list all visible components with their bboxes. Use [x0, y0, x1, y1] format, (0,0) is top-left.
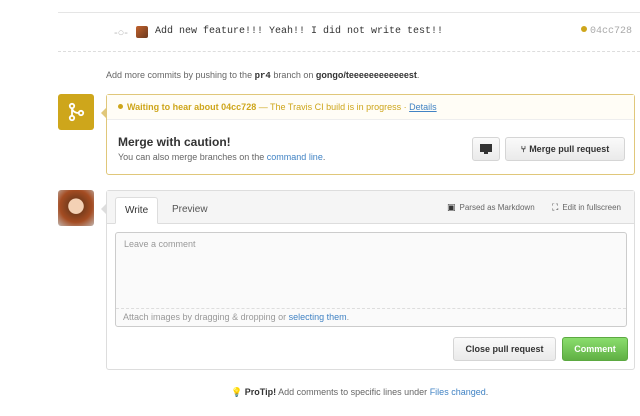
attach-images[interactable]: Attach images by dragging & dropping or …	[116, 308, 626, 326]
fullscreen-label: Edit in fullscreen	[562, 203, 622, 212]
pending-status-icon	[118, 104, 123, 109]
branch-name: pr4	[254, 71, 271, 81]
attach-text: Attach images by dragging & dropping or	[123, 312, 287, 322]
commit-author-avatar[interactable]	[136, 26, 148, 38]
commit-icon: -○-	[114, 27, 128, 39]
markdown-label: Parsed as Markdown	[459, 203, 535, 212]
merge-title: Merge with caution!	[118, 135, 231, 149]
markdown-help-link[interactable]: ▣ Parsed as Markdown	[447, 203, 535, 213]
details-link[interactable]: Details	[409, 102, 437, 112]
commit-message[interactable]: Add new feature!!! Yeah!! I did not writ…	[155, 26, 443, 37]
select-images-link[interactable]: selecting them	[289, 312, 347, 322]
merge-subtitle-text: You can also merge branches on the	[118, 152, 265, 162]
markdown-icon: ▣	[447, 203, 456, 213]
tab-preview[interactable]: Preview	[163, 197, 217, 224]
protip-label: ProTip!	[244, 387, 277, 397]
protip-end: .	[485, 387, 489, 397]
push-note: Add more commits by pushing to the pr4 b…	[106, 70, 419, 81]
comment-form: Write Preview ▣ Parsed as Markdown ⛶ Edit …	[101, 190, 635, 370]
git-merge-icon	[58, 94, 94, 130]
merge-subtitle-end: .	[322, 152, 326, 162]
lightbulb-icon: 💡	[231, 388, 243, 398]
repo-name: gongo/teeeeeeeeeeeest	[315, 70, 417, 80]
comment-textarea[interactable]: Leave a comment Attach images by draggin…	[115, 232, 627, 327]
avatar[interactable]	[58, 190, 94, 226]
command-line-link[interactable]: command line	[267, 152, 323, 162]
build-status: Waiting to hear about 04cc728 — The Trav…	[107, 95, 634, 120]
comment-button[interactable]: Comment	[562, 337, 628, 361]
merge-button-label: Merge pull request	[529, 144, 610, 154]
merge-pull-request-button[interactable]: ⑂ Merge pull request	[505, 137, 625, 161]
fullscreen-button[interactable]: ⛶ Edit in fullscreen	[552, 203, 621, 213]
pending-status-icon	[580, 26, 587, 32]
fullscreen-icon: ⛶	[552, 203, 559, 213]
tab-write[interactable]: Write	[115, 197, 159, 224]
build-status-title: Waiting to hear about 04cc728	[127, 102, 257, 112]
merge-subtitle: You can also merge branches on the comma…	[118, 152, 325, 162]
git-merge-icon: ⑂	[520, 145, 527, 155]
open-in-desktop-button[interactable]	[472, 137, 500, 161]
merge-box: Waiting to hear about 04cc728 — The Trav…	[101, 94, 635, 175]
attach-end: .	[346, 312, 350, 322]
push-note-middle: branch on	[273, 70, 314, 80]
files-changed-link[interactable]: Files changed	[430, 387, 486, 397]
protip-text: Add comments to specific lines under	[278, 387, 428, 397]
commit-sha[interactable]: 04cc728	[590, 26, 632, 37]
comment-tabs: Write Preview ▣ Parsed as Markdown ⛶ Edit …	[107, 191, 634, 224]
build-status-text: — The Travis CI build is in progress ·	[258, 102, 407, 112]
comment-placeholder: Leave a comment	[124, 239, 196, 249]
push-note-prefix: Add more commits by pushing to the	[106, 70, 253, 80]
protip: 💡 ProTip! Add comments to specific lines…	[231, 387, 488, 398]
commit-status[interactable]: 04cc728	[580, 26, 632, 37]
push-note-suffix: .	[416, 70, 420, 80]
desktop-icon	[480, 144, 492, 154]
commit-row: -○- Add new feature!!! Yeah!! I did not …	[58, 12, 640, 52]
close-pull-request-button[interactable]: Close pull request	[453, 337, 556, 361]
